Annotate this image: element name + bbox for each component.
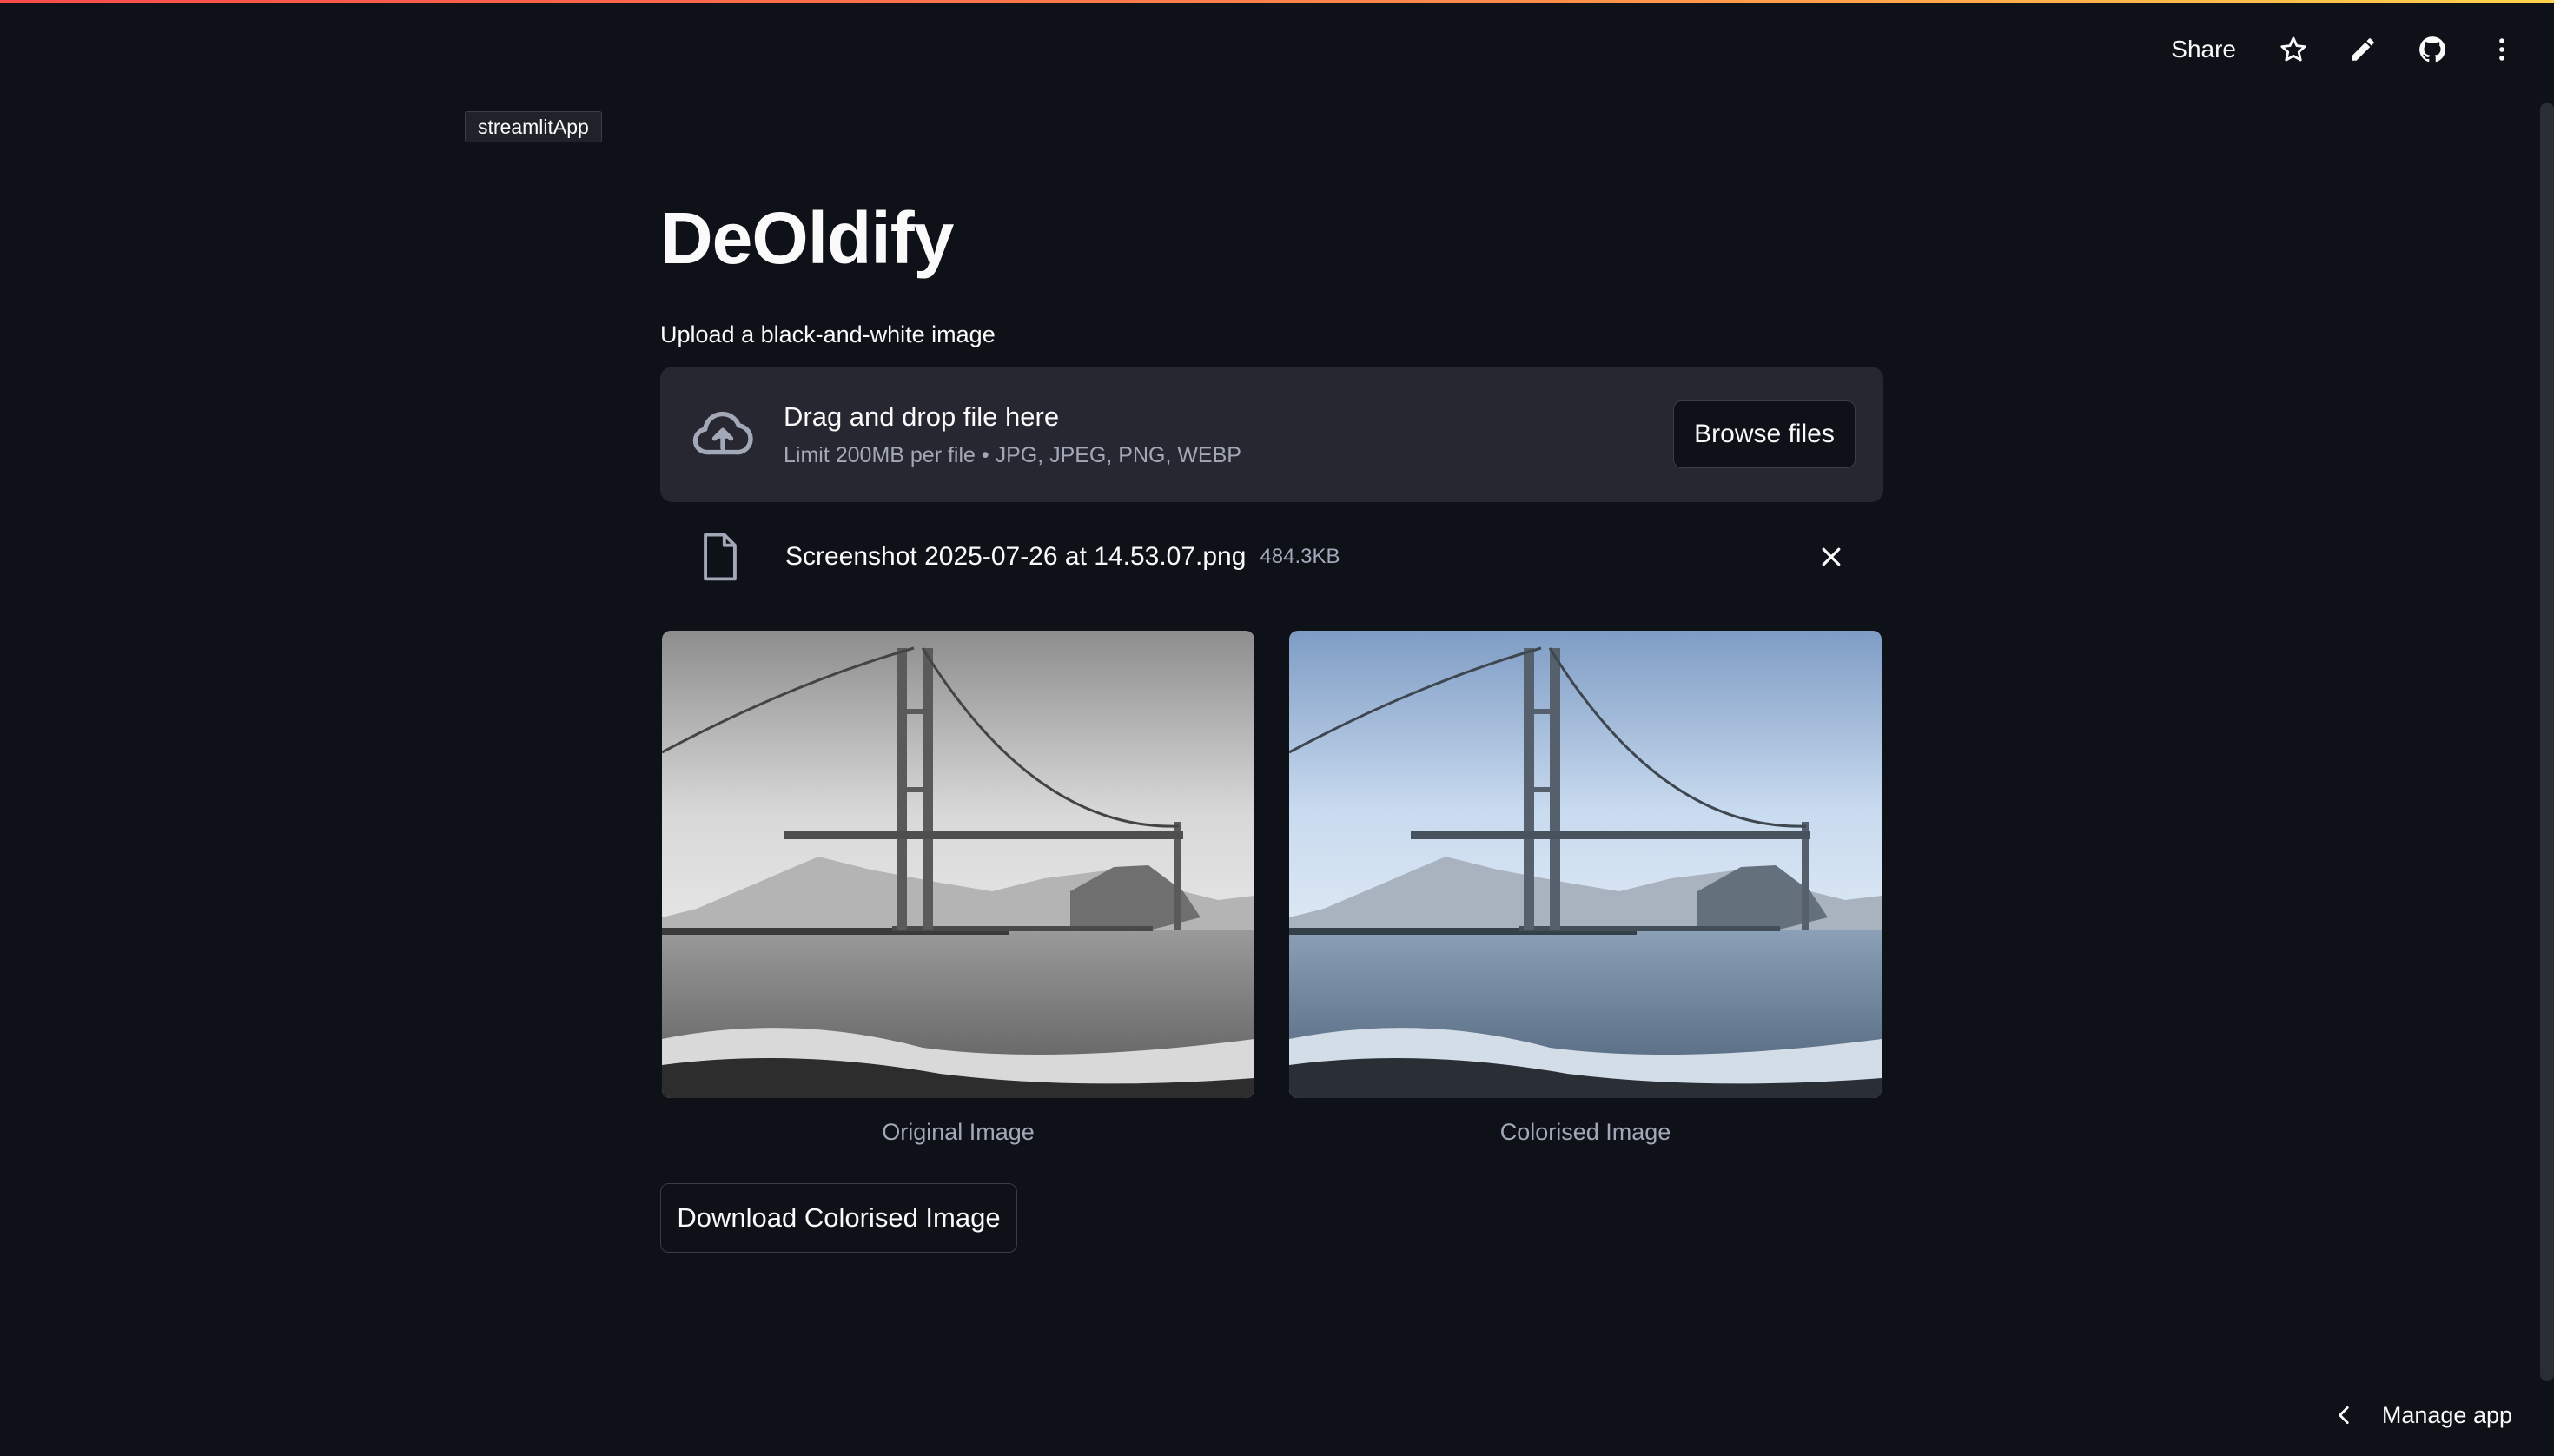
cloud-upload-icon [688, 400, 758, 469]
manage-app-button[interactable]: Manage app [2333, 1393, 2512, 1437]
file-size: 484.3KB [1260, 545, 1340, 568]
github-icon[interactable] [2415, 32, 2450, 67]
star-icon[interactable] [2276, 32, 2311, 67]
app-name-tooltip: streamlitApp [465, 111, 602, 142]
upload-label: Upload a black-and-white image [660, 321, 996, 347]
dropzone-limits: Limit 200MB per file • JPG, JPEG, PNG, W… [784, 442, 1241, 467]
image-comparison: Original Image Colorised Image [660, 631, 1883, 1146]
share-button[interactable]: Share [2166, 36, 2241, 63]
file-name: Screenshot 2025-07-26 at 14.53.07.png [785, 542, 1247, 571]
file-icon [698, 532, 742, 582]
colorised-image [1289, 631, 1882, 1098]
original-image [662, 631, 1254, 1098]
header-toolbar: Share [2166, 26, 2519, 73]
download-colorised-button[interactable]: Download Colorised Image [660, 1183, 1017, 1253]
dropzone-title: Drag and drop file here [784, 400, 1060, 432]
pencil-icon[interactable] [2346, 32, 2380, 67]
file-dropzone[interactable]: Drag and drop file here Limit 200MB per … [660, 367, 1883, 502]
browse-files-button[interactable]: Browse files [1673, 400, 1856, 468]
original-image-caption: Original Image [882, 1119, 1035, 1145]
chevron-left-icon [2339, 1406, 2349, 1425]
kebab-menu-icon[interactable] [2485, 32, 2519, 67]
original-image-column: Original Image [660, 631, 1256, 1146]
uploaded-file-row: Screenshot 2025-07-26 at 14.53.07.png 48… [660, 521, 1883, 592]
colorised-image-caption: Colorised Image [1499, 1119, 1671, 1145]
dropzone-text: Drag and drop file here Limit 200MB per … [784, 401, 1673, 468]
top-accent-bar [0, 0, 2554, 3]
remove-file-icon[interactable] [1814, 539, 1849, 574]
scrollbar[interactable] [2540, 103, 2554, 1381]
page-title: DeOldify [660, 197, 954, 279]
colorised-image-column: Colorised Image [1287, 631, 1883, 1146]
manage-app-label: Manage app [2381, 1401, 2512, 1428]
